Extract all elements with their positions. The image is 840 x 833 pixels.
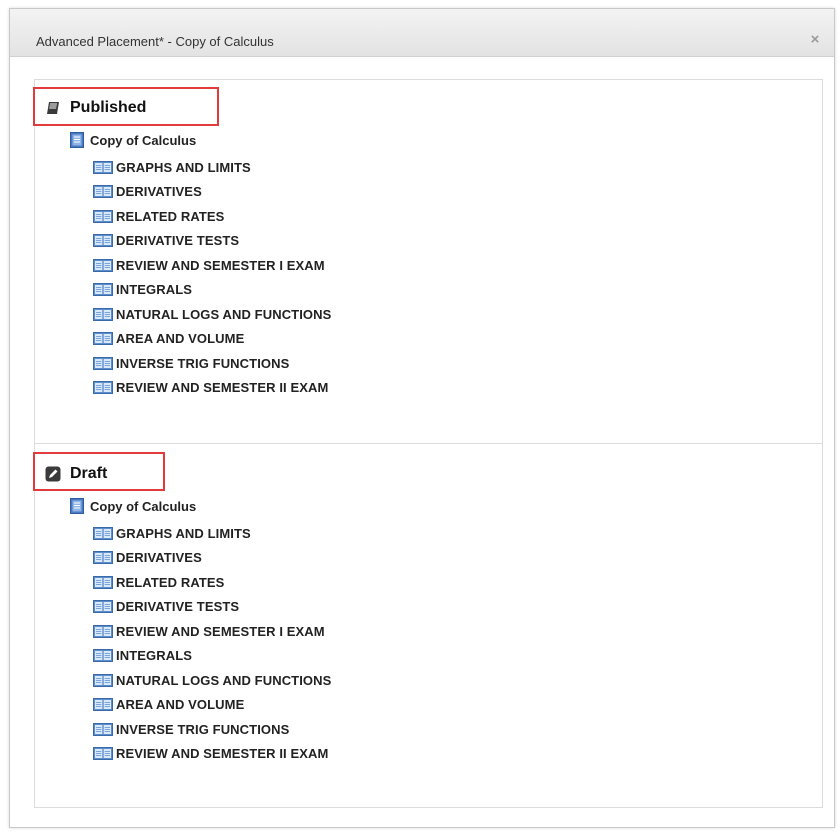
course-book-icon bbox=[70, 498, 84, 514]
draft-heading-label: Draft bbox=[70, 465, 108, 482]
published-course[interactable]: Copy of Calculus bbox=[70, 132, 196, 148]
published-icon bbox=[47, 102, 59, 114]
unit-open-book-icon bbox=[93, 624, 113, 638]
unit-item[interactable]: INVERSE TRIG FUNCTIONS bbox=[93, 351, 331, 376]
course-book-icon bbox=[70, 132, 84, 148]
unit-open-book-icon bbox=[93, 234, 113, 248]
unit-item[interactable]: DERIVATIVES bbox=[93, 180, 331, 205]
unit-item[interactable]: REVIEW AND SEMESTER II EXAM bbox=[93, 376, 331, 401]
unit-open-book-icon bbox=[93, 575, 113, 589]
unit-open-book-icon bbox=[93, 332, 113, 346]
published-heading-label: Published bbox=[70, 99, 147, 116]
unit-label: INVERSE TRIG FUNCTIONS bbox=[116, 721, 290, 737]
draft-section: Draft Copy of Calculus GRAPHS AND LIMITS… bbox=[33, 443, 823, 808]
unit-open-book-icon bbox=[93, 673, 113, 687]
unit-item[interactable]: RELATED RATES bbox=[93, 570, 331, 595]
unit-open-book-icon bbox=[93, 185, 113, 199]
unit-label: REVIEW AND SEMESTER II EXAM bbox=[116, 380, 329, 396]
close-button[interactable]: × bbox=[806, 31, 824, 49]
unit-item[interactable]: REVIEW AND SEMESTER II EXAM bbox=[93, 742, 331, 767]
unit-label: REVIEW AND SEMESTER I EXAM bbox=[116, 257, 325, 273]
unit-open-book-icon bbox=[93, 258, 113, 272]
unit-item[interactable]: NATURAL LOGS AND FUNCTIONS bbox=[93, 668, 331, 693]
unit-label: NATURAL LOGS AND FUNCTIONS bbox=[116, 306, 332, 322]
unit-label: INVERSE TRIG FUNCTIONS bbox=[116, 355, 290, 371]
unit-label: RELATED RATES bbox=[116, 574, 225, 590]
unit-item[interactable]: DERIVATIVE TESTS bbox=[93, 229, 331, 254]
unit-label: DERIVATIVE TESTS bbox=[116, 599, 240, 615]
unit-label: DERIVATIVES bbox=[116, 550, 202, 566]
unit-open-book-icon bbox=[93, 381, 113, 395]
unit-item[interactable]: AREA AND VOLUME bbox=[93, 327, 331, 352]
unit-label: NATURAL LOGS AND FUNCTIONS bbox=[116, 672, 332, 688]
unit-open-book-icon bbox=[93, 526, 113, 540]
unit-label: REVIEW AND SEMESTER II EXAM bbox=[116, 746, 329, 762]
published-heading: Published bbox=[45, 99, 146, 117]
published-unit-list: GRAPHS AND LIMITS DERIVATIVES RELATED RATE… bbox=[93, 155, 331, 400]
unit-open-book-icon bbox=[93, 356, 113, 370]
unit-item[interactable]: NATURAL LOGS AND FUNCTIONS bbox=[93, 302, 331, 327]
draft-edit-icon bbox=[45, 466, 61, 482]
draft-course[interactable]: Copy of Calculus bbox=[70, 498, 196, 514]
unit-label: GRAPHS AND LIMITS bbox=[116, 159, 251, 175]
unit-open-book-icon bbox=[93, 698, 113, 712]
unit-label: RELATED RATES bbox=[116, 208, 225, 224]
unit-item[interactable]: DERIVATIVES bbox=[93, 546, 331, 571]
unit-item[interactable]: RELATED RATES bbox=[93, 204, 331, 229]
draft-heading: Draft bbox=[45, 465, 107, 483]
unit-label: DERIVATIVES bbox=[116, 184, 202, 200]
unit-open-book-icon bbox=[93, 551, 113, 565]
unit-label: GRAPHS AND LIMITS bbox=[116, 525, 251, 541]
dialog: Advanced Placement* - Copy of Calculus ×… bbox=[9, 8, 835, 828]
unit-item[interactable]: REVIEW AND SEMESTER I EXAM bbox=[93, 619, 331, 644]
unit-item[interactable]: REVIEW AND SEMESTER I EXAM bbox=[93, 253, 331, 278]
unit-label: INTEGRALS bbox=[116, 648, 193, 664]
unit-item[interactable]: AREA AND VOLUME bbox=[93, 693, 331, 718]
unit-label: REVIEW AND SEMESTER I EXAM bbox=[116, 623, 325, 639]
dialog-title: Advanced Placement* - Copy of Calculus bbox=[36, 34, 274, 49]
unit-item[interactable]: DERIVATIVE TESTS bbox=[93, 595, 331, 620]
unit-open-book-icon bbox=[93, 283, 113, 297]
draft-course-label: Copy of Calculus bbox=[90, 498, 197, 514]
unit-label: AREA AND VOLUME bbox=[116, 331, 245, 347]
unit-open-book-icon bbox=[93, 747, 113, 761]
unit-label: DERIVATIVE TESTS bbox=[116, 233, 240, 249]
published-section: Published Copy of Calculus GRAPHS AND LI… bbox=[33, 79, 823, 446]
dialog-titlebar: Advanced Placement* - Copy of Calculus × bbox=[10, 9, 834, 57]
unit-open-book-icon bbox=[93, 307, 113, 321]
unit-open-book-icon bbox=[93, 600, 113, 614]
unit-label: AREA AND VOLUME bbox=[116, 697, 245, 713]
unit-item[interactable]: GRAPHS AND LIMITS bbox=[93, 521, 331, 546]
unit-open-book-icon bbox=[93, 722, 113, 736]
draft-unit-list: GRAPHS AND LIMITS DERIVATIVES RELATED RATE… bbox=[93, 521, 331, 766]
unit-label: INTEGRALS bbox=[116, 282, 193, 298]
unit-item[interactable]: INTEGRALS bbox=[93, 644, 331, 669]
unit-open-book-icon bbox=[93, 209, 113, 223]
unit-open-book-icon bbox=[93, 160, 113, 174]
unit-item[interactable]: INVERSE TRIG FUNCTIONS bbox=[93, 717, 331, 742]
published-course-label: Copy of Calculus bbox=[90, 132, 197, 148]
unit-open-book-icon bbox=[93, 649, 113, 663]
unit-item[interactable]: GRAPHS AND LIMITS bbox=[93, 155, 331, 180]
unit-item[interactable]: INTEGRALS bbox=[93, 278, 331, 303]
